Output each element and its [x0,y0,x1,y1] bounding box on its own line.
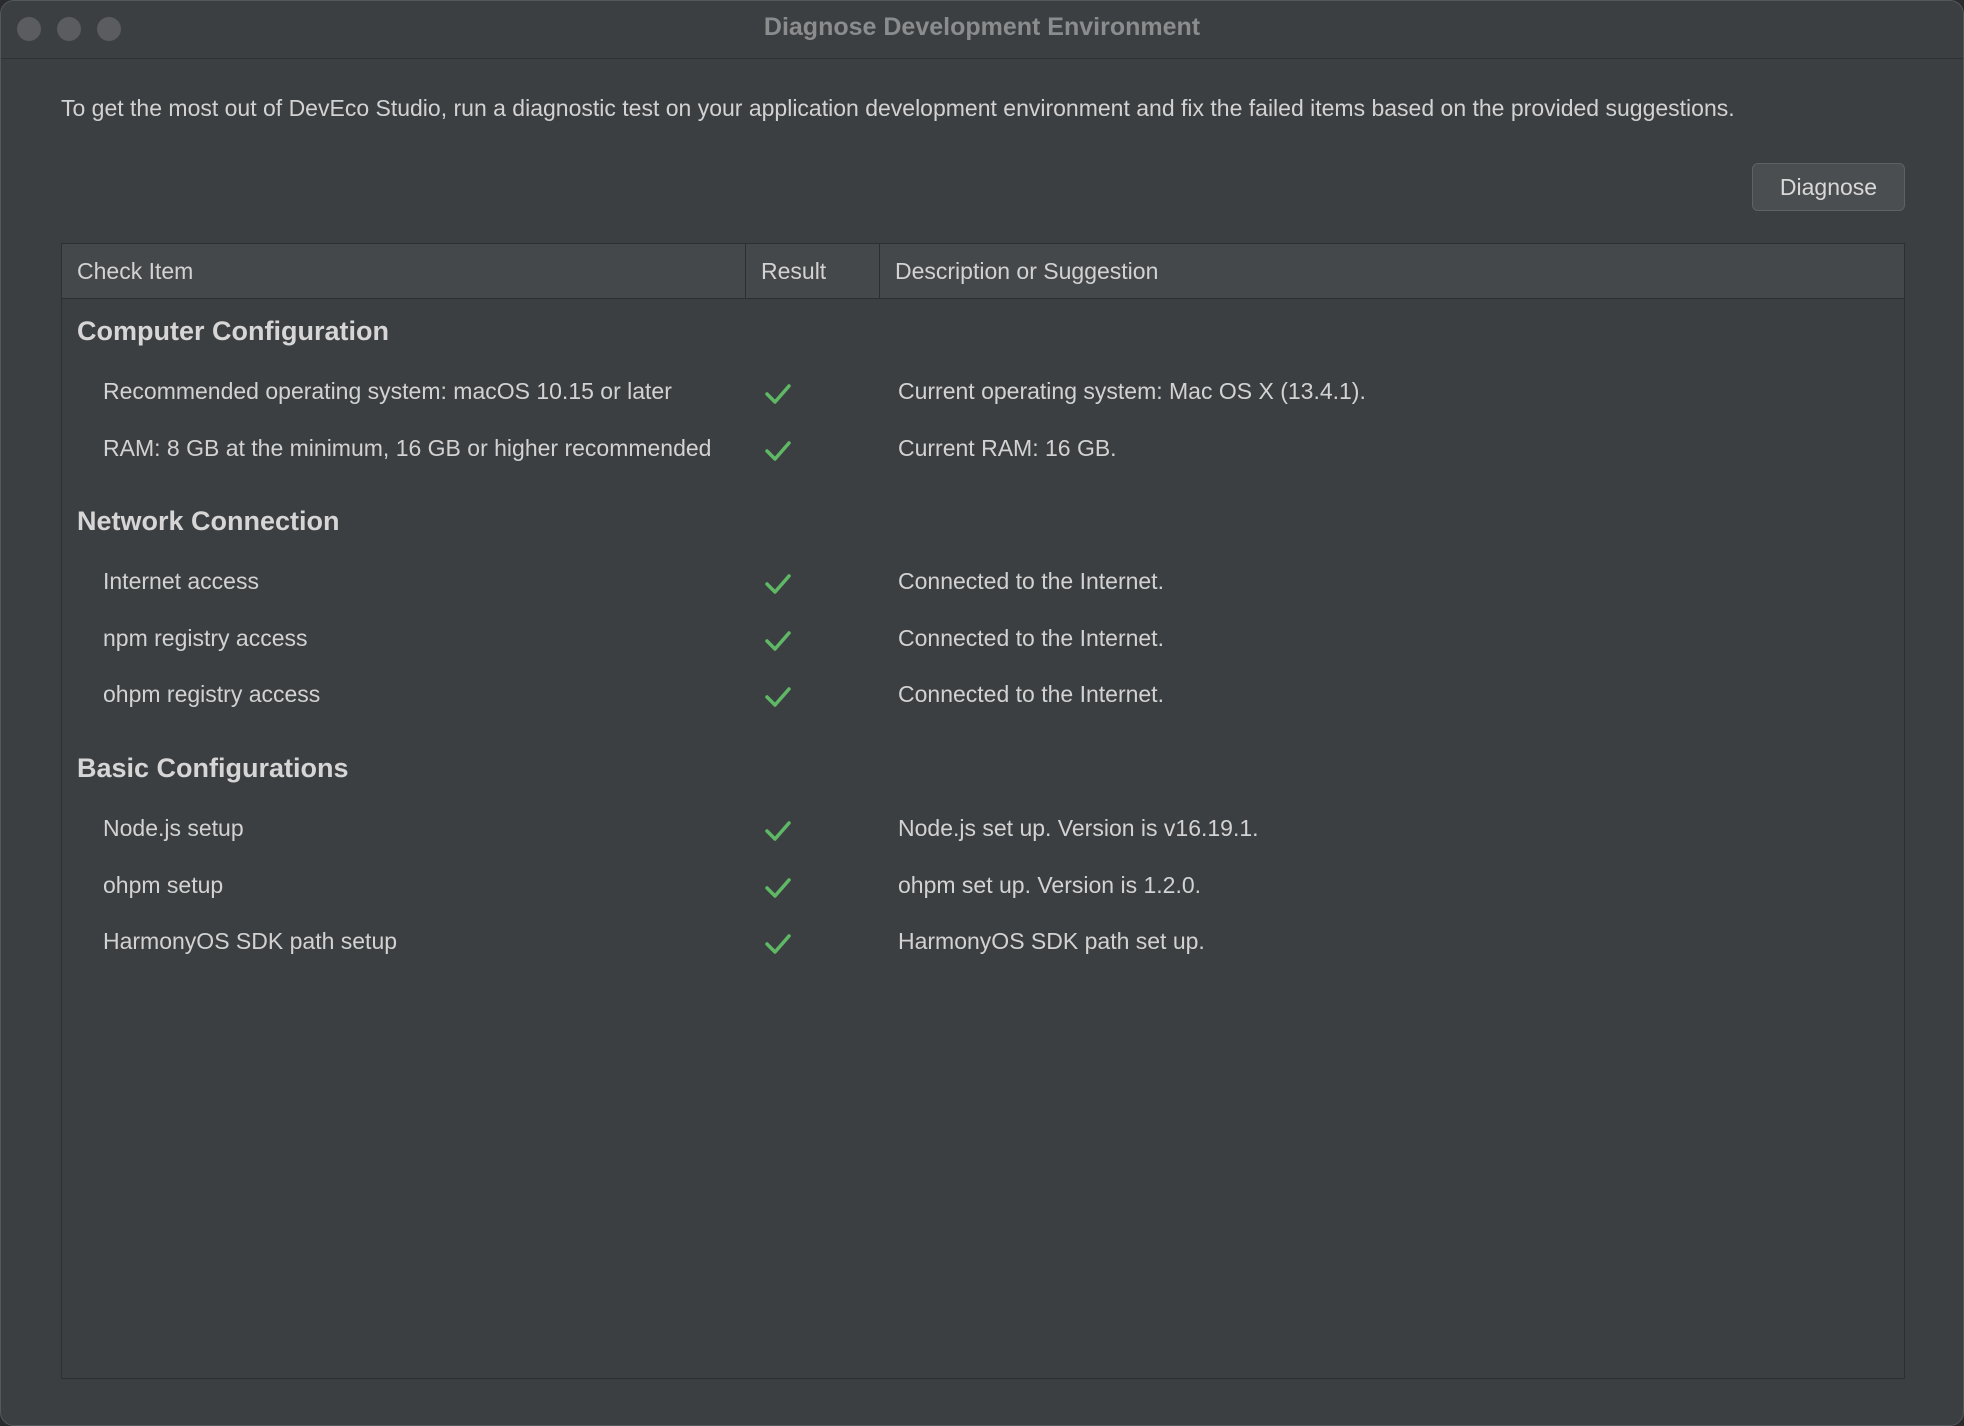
diagnostics-table: Check Item Result Description or Suggest… [61,243,1905,1379]
check-item-description: HarmonyOS SDK path set up. [898,928,1205,954]
check-icon [762,435,794,467]
group-title-network-connection: Network Connection [77,506,340,536]
check-item-description: Current RAM: 16 GB. [898,435,1117,461]
check-item-label: ohpm registry access [103,681,321,707]
table-row[interactable]: npm registry access Connected to the Int… [62,619,1904,663]
column-header-result[interactable]: Result [746,244,880,299]
table-row[interactable]: Recommended operating system: macOS 10.1… [62,372,1904,416]
group-title-basic-configurations: Basic Configurations [77,753,349,783]
check-icon [762,815,794,847]
check-icon [762,928,794,960]
check-item-description: Connected to the Internet. [898,681,1164,707]
check-item-description: Current operating system: Mac OS X (13.4… [898,378,1366,404]
title-bar: Diagnose Development Environment [1,1,1963,59]
check-item-label: Node.js setup [103,815,244,841]
check-item-description: Connected to the Internet. [898,568,1164,594]
table-row[interactable]: HarmonyOS SDK path setup HarmonyOS SDK p… [62,922,1904,966]
check-item-label: Recommended operating system: macOS 10.1… [103,378,672,404]
table-row[interactable]: Internet access Connected to the Interne… [62,562,1904,606]
check-item-description: Connected to the Internet. [898,625,1164,651]
column-header-description[interactable]: Description or Suggestion [880,244,1906,299]
check-item-description: ohpm set up. Version is 1.2.0. [898,872,1202,898]
column-header-check-item[interactable]: Check Item [62,244,746,299]
table-row[interactable]: Node.js setup Node.js set up. Version is… [62,809,1904,853]
intro-text: To get the most out of DevEco Studio, ru… [61,95,1735,121]
table-row[interactable]: ohpm registry access Connected to the In… [62,675,1904,719]
check-item-label: ohpm setup [103,872,224,898]
check-icon [762,378,794,410]
table-row[interactable]: ohpm setup ohpm set up. Version is 1.2.0… [62,866,1904,910]
check-item-label: Internet access [103,568,259,594]
check-icon [762,681,794,713]
group-title-computer-configuration: Computer Configuration [77,316,389,346]
check-icon [762,625,794,657]
check-item-label: RAM: 8 GB at the minimum, 16 GB or highe… [103,435,712,461]
table-header: Check Item Result Description or Suggest… [62,244,1904,299]
diagnose-button[interactable]: Diagnose [1752,163,1905,211]
check-icon [762,568,794,600]
table-row[interactable]: RAM: 8 GB at the minimum, 16 GB or highe… [62,429,1904,473]
check-item-description: Node.js set up. Version is v16.19.1. [898,815,1259,841]
window-title: Diagnose Development Environment [763,13,1201,41]
check-icon [762,872,794,904]
diagnose-window: Diagnose Development Environment To get … [0,0,1964,1426]
check-item-label: npm registry access [103,625,308,651]
check-item-label: HarmonyOS SDK path setup [103,928,398,954]
